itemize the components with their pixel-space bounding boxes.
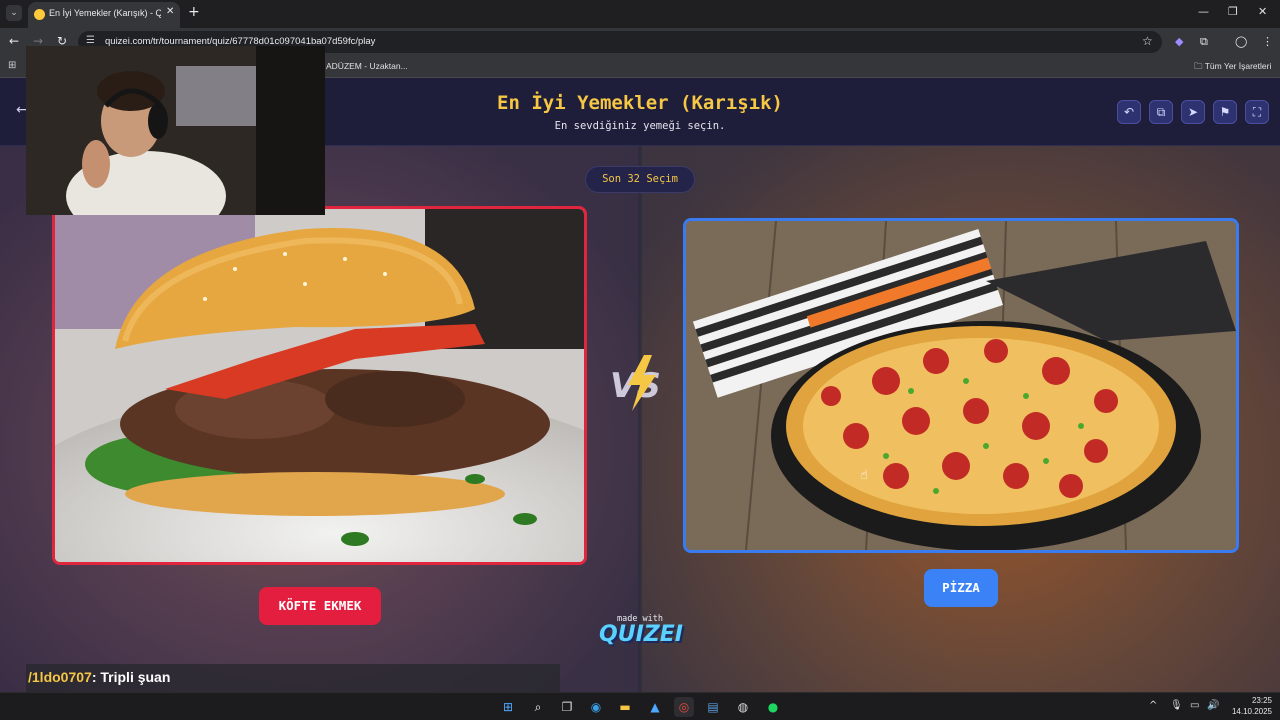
hand-cursor-icon: ☝	[860, 468, 868, 483]
window-close-icon[interactable]: ✕	[1258, 5, 1267, 18]
task-view-icon[interactable]: ❐	[557, 697, 577, 717]
pizza-image	[686, 221, 1236, 550]
choice-card-left[interactable]	[52, 206, 587, 565]
report-flag-icon[interactable]: ⚑	[1213, 100, 1237, 124]
tab-list-icon[interactable]: ⌄	[6, 5, 22, 21]
minimize-icon[interactable]: —	[1198, 5, 1209, 18]
windows-start-icon[interactable]: ⊞	[498, 697, 518, 717]
bookmark-star-icon[interactable]: ☆	[1142, 34, 1153, 48]
quizei-logo[interactable]: QUIZEI	[596, 622, 686, 647]
choice-button-left[interactable]: KÖFTE EKMEK	[259, 587, 381, 625]
file-explorer-icon[interactable]: ▬	[615, 697, 635, 717]
all-bookmarks-label: Tüm Yer İşaretleri	[1204, 61, 1272, 71]
profile-icon[interactable]: ◯	[1235, 35, 1247, 48]
quizei-favicon-icon	[34, 9, 45, 20]
vs-lightning-icon: VS	[610, 355, 661, 411]
center-divider	[638, 146, 642, 692]
microphone-icon[interactable]: 🎙	[1170, 700, 1183, 711]
bookmark-item[interactable]: ADÜZEM - Uzaktan...	[326, 61, 408, 71]
choice-card-right[interactable]	[683, 218, 1239, 553]
round-badge: Son 32 Seçim	[585, 166, 695, 193]
tab-close-icon[interactable]: ✕	[166, 6, 174, 17]
fullscreen-icon[interactable]: ⛶	[1245, 100, 1269, 124]
browser-tab-bar: ⌄ En İyi Yemekler (Karışık) - Quize ✕ + …	[0, 0, 1280, 28]
tray-overflow-icon[interactable]: ^	[1149, 700, 1157, 711]
webcam-overlay	[26, 46, 325, 215]
chrome-icon[interactable]: ◎	[674, 697, 694, 717]
clock-time: 23:25	[1251, 696, 1272, 705]
restore-icon[interactable]: ❐	[1228, 5, 1238, 18]
search-icon[interactable]: ⌕	[528, 697, 548, 717]
kofte-ekmek-image	[55, 209, 584, 562]
chat-username: /1ldo0707	[28, 669, 92, 685]
browser-tab-active[interactable]: En İyi Yemekler (Karışık) - Quize ✕	[28, 2, 180, 28]
undo-icon[interactable]: ↶	[1117, 100, 1141, 124]
new-tab-button[interactable]: +	[188, 4, 200, 20]
tab-title: En İyi Yemekler (Karışık) - Quize	[49, 8, 161, 18]
windows-taskbar: ⊞ ⌕ ❐ ◉ ▬ ▲ ◎ ▤ ◍ ● ^ 🎙 ▭ 🔊 23:25 14.10.…	[0, 692, 1280, 720]
extensions-icon[interactable]: ⧉	[1200, 35, 1208, 49]
spotify-icon[interactable]: ●	[763, 697, 783, 717]
folder-icon: 🗀	[1194, 61, 1205, 71]
apps-grid-icon[interactable]: ⊞	[8, 60, 16, 71]
extension-icon[interactable]: ◆	[1175, 35, 1183, 48]
obs-icon[interactable]: ◍	[733, 697, 753, 717]
streamer-video	[26, 46, 325, 215]
all-bookmarks-link[interactable]: 🗀 Tüm Yer İşaretleri	[1194, 61, 1271, 75]
choice-button-right[interactable]: PİZZA	[924, 569, 998, 607]
chat-text: : Tripli şuan	[91, 669, 171, 685]
send-icon[interactable]: ➤	[1181, 100, 1205, 124]
photos-icon[interactable]: ▲	[645, 697, 665, 717]
clock-date: 14.10.2025	[1231, 707, 1272, 716]
stream-chat-overlay: /1ldo0707: Tripli şuan	[26, 664, 560, 692]
network-icon[interactable]: ▭	[1190, 700, 1199, 711]
edge-icon[interactable]: ◉	[586, 697, 606, 717]
taskbar-clock[interactable]: 23:25 14.10.2025	[1226, 695, 1272, 717]
menu-icon[interactable]: ⋮	[1262, 35, 1273, 48]
files-app-icon[interactable]: ▤	[703, 697, 723, 717]
back-icon[interactable]: ←	[9, 34, 19, 48]
volume-icon[interactable]: 🔊	[1207, 700, 1219, 711]
site-info-icon[interactable]: ☰	[86, 35, 95, 46]
chat-message: /1ldo0707: Tripli şuan	[28, 669, 170, 685]
share-icon[interactable]: ⧉	[1149, 100, 1173, 124]
